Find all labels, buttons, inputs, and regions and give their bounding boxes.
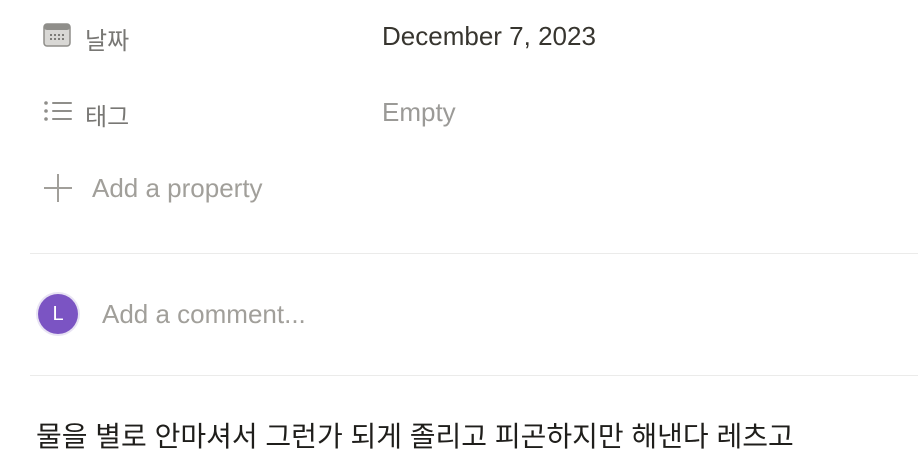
avatar: L <box>38 294 78 334</box>
add-property-label: Add a property <box>92 173 263 203</box>
property-row-tags[interactable]: 태그 Empty <box>0 90 918 132</box>
plus-icon <box>42 174 74 202</box>
comment-input[interactable]: Add a comment... <box>102 299 306 330</box>
calendar-icon <box>42 22 74 47</box>
property-name-tags[interactable]: 태그 <box>85 97 129 132</box>
property-value-tags[interactable]: Empty <box>382 97 456 128</box>
page-body-text[interactable]: 물을 별로 안마셔서 그런가 되게 졸리고 피곤하지만 해낸다 레츠고 <box>36 415 794 455</box>
list-icon <box>42 98 74 122</box>
property-value-date[interactable]: December 7, 2023 <box>382 21 596 52</box>
divider <box>30 375 918 376</box>
add-property-button[interactable]: Add a property <box>0 166 918 206</box>
property-row-date[interactable]: 날짜 December 7, 2023 <box>0 14 918 56</box>
divider <box>30 253 918 254</box>
property-name-date[interactable]: 날짜 <box>85 21 129 56</box>
